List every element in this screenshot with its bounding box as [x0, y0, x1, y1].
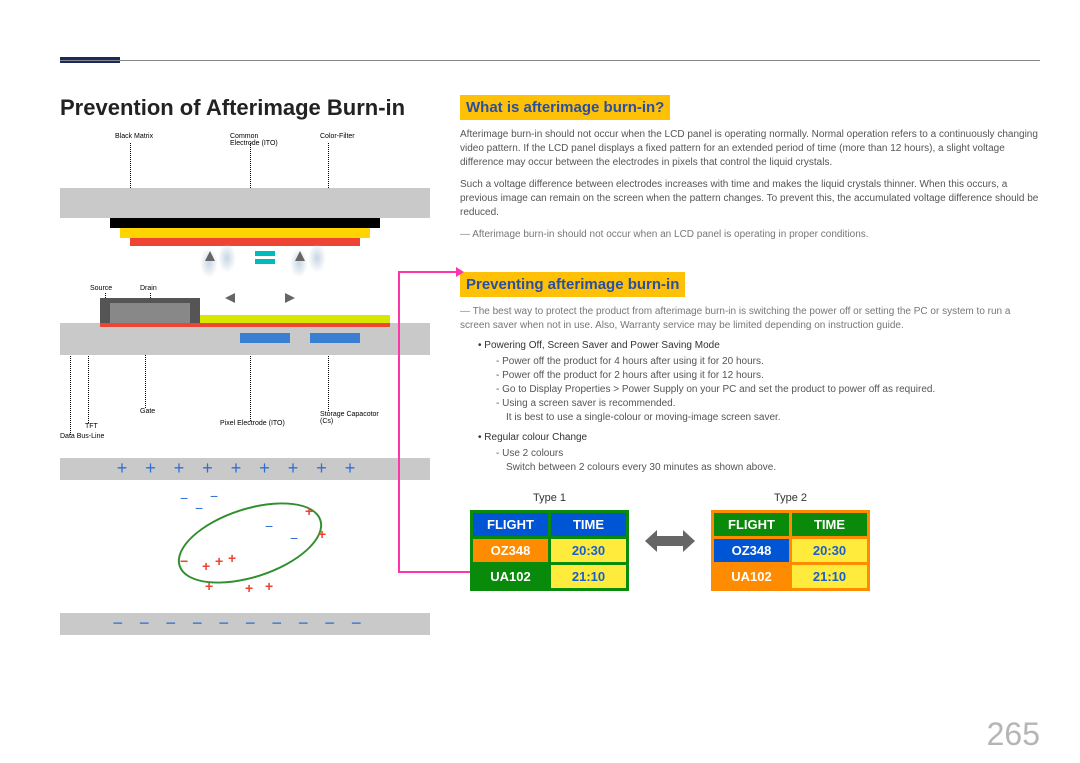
cell: 20:30 — [791, 538, 869, 564]
type1-block: Type 1 FLIGHTTIME OZ34820:30 UA10221:10 — [470, 491, 629, 591]
callout-arrow-icon — [456, 267, 464, 277]
cell: UA102 — [713, 564, 791, 590]
label-pixel-electrode: Pixel Electrode (ITO) — [220, 420, 285, 427]
type1-table: FLIGHTTIME OZ34820:30 UA10221:10 — [470, 510, 629, 591]
sub-item: Power off the product for 2 hours after … — [496, 369, 1040, 383]
minus-row: −−−−−−−−−− — [60, 613, 430, 634]
th-flight: FLIGHT — [472, 512, 550, 538]
page-content: Prevention of Afterimage Burn-in Black M… — [60, 95, 1040, 658]
label-data-bus: Data Bus-Line — [60, 433, 104, 440]
sub-indent: Switch between 2 colours every 30 minute… — [506, 461, 1040, 475]
lcd-cross-section-diagram: Black Matrix Common Electrode (ITO) Colo… — [60, 133, 430, 433]
plus-row: +++++++++ — [60, 458, 430, 479]
cell: 21:10 — [550, 564, 628, 590]
double-arrow-icon — [645, 530, 695, 552]
cell: OZ348 — [472, 538, 550, 564]
section1-p1: Afterimage burn-in should not occur when… — [460, 128, 1040, 170]
type2-label: Type 2 — [711, 491, 870, 506]
label-source: Source — [90, 285, 112, 292]
types-row: Type 1 FLIGHTTIME OZ34820:30 UA10221:10 … — [470, 491, 1040, 591]
th-time: TIME — [550, 512, 628, 538]
type1-label: Type 1 — [470, 491, 629, 506]
label-black-matrix: Black Matrix — [115, 133, 153, 140]
header-rule — [60, 60, 1040, 61]
cell: 21:10 — [791, 564, 869, 590]
page-title: Prevention of Afterimage Burn-in — [60, 95, 430, 121]
charge-diagram: +++++++++ − − − + − + − − + + + + + + −−… — [60, 458, 430, 658]
label-tft: TFT — [85, 423, 98, 430]
label-drain: Drain — [140, 285, 157, 292]
sub-item: Using a screen saver is recommended. — [496, 397, 1040, 411]
label-storage-cap: Storage Capacotor (Cs) — [320, 411, 380, 425]
label-color-filter: Color-Filter — [320, 133, 355, 140]
section-heading-what: What is afterimage burn-in? — [460, 95, 670, 120]
type2-table: FLIGHTTIME OZ34820:30 UA10221:10 — [711, 510, 870, 591]
th-flight: FLIGHT — [713, 512, 791, 538]
label-common-electrode: Common Electrode (ITO) — [230, 133, 280, 147]
left-column: Prevention of Afterimage Burn-in Black M… — [60, 95, 430, 658]
cell: 20:30 — [550, 538, 628, 564]
section1-p2: Such a voltage difference between electr… — [460, 178, 1040, 220]
bullet-colour-change: Regular colour Change — [478, 431, 1040, 445]
sub-item: Power off the product for 4 hours after … — [496, 355, 1040, 369]
cell: UA102 — [472, 564, 550, 590]
section1-note: Afterimage burn-in should not occur when… — [460, 228, 1040, 242]
right-column: What is afterimage burn-in? Afterimage b… — [460, 95, 1040, 658]
page-number: 265 — [987, 716, 1040, 753]
sub-item: Go to Display Properties > Power Supply … — [496, 383, 1040, 397]
th-time: TIME — [791, 512, 869, 538]
sub-indent: It is best to use a single-colour or mov… — [506, 411, 1040, 425]
section2-note: The best way to protect the product from… — [460, 305, 1040, 333]
bullet-power-off: Powering Off, Screen Saver and Power Sav… — [478, 339, 1040, 353]
section-heading-prevent: Preventing afterimage burn-in — [460, 272, 685, 297]
cell: OZ348 — [713, 538, 791, 564]
sub-item: Use 2 colours — [496, 447, 1040, 461]
label-gate: Gate — [140, 408, 155, 415]
type2-block: Type 2 FLIGHTTIME OZ34820:30 UA10221:10 — [711, 491, 870, 591]
